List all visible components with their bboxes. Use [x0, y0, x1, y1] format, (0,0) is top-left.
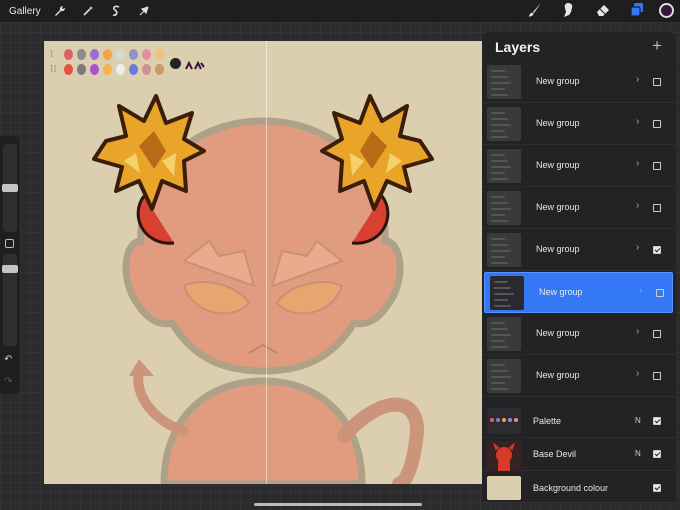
devil-artwork — [92, 94, 434, 484]
layer-name: New group — [536, 328, 580, 338]
layer-thumbnail[interactable] — [487, 359, 521, 393]
layer-row[interactable]: Base Devil N — [482, 438, 676, 471]
layer-row[interactable]: New group › — [482, 62, 676, 103]
layer-name: New group — [536, 202, 580, 212]
expand-chevron-icon[interactable]: › — [636, 200, 639, 211]
left-sidebar: ↶ ↷ — [0, 136, 20, 394]
magic-wand-icon[interactable] — [81, 4, 95, 18]
visibility-checkbox[interactable] — [656, 289, 664, 297]
brush-icon[interactable] — [527, 2, 543, 18]
layer-thumbnail[interactable] — [487, 65, 521, 99]
blend-mode-button[interactable]: N — [635, 449, 641, 458]
layer-row[interactable]: New group › — [482, 314, 676, 355]
visibility-checkbox[interactable] — [653, 120, 661, 128]
undo-icon[interactable]: ↶ — [4, 354, 12, 365]
smudge-icon[interactable] — [561, 2, 577, 18]
home-indicator[interactable] — [254, 503, 422, 506]
modify-button[interactable] — [5, 239, 14, 248]
visibility-checkbox[interactable] — [653, 246, 661, 254]
layer-row[interactable]: Palette N — [482, 405, 676, 438]
redo-icon[interactable]: ↷ — [4, 376, 12, 387]
layers-icon[interactable] — [629, 2, 645, 18]
top-toolbar: Gallery — [0, 0, 680, 22]
layer-thumbnail[interactable] — [487, 317, 521, 351]
layer-thumbnail[interactable] — [487, 191, 521, 225]
blend-mode-button[interactable]: N — [635, 416, 641, 425]
add-layer-button[interactable]: + — [652, 36, 662, 56]
layer-row[interactable]: Background colour — [482, 472, 676, 502]
wrench-icon[interactable] — [53, 4, 67, 18]
layer-name: New group — [536, 160, 580, 170]
layer-thumbnail[interactable] — [487, 408, 521, 434]
visibility-checkbox[interactable] — [653, 78, 661, 86]
layer-row[interactable]: New group › — [482, 230, 676, 271]
visibility-checkbox[interactable] — [653, 484, 661, 492]
symmetry-guide — [266, 41, 267, 484]
layer-name: Base Devil — [533, 449, 577, 459]
transform-arrow-icon[interactable] — [137, 4, 151, 18]
right-toolbar — [509, 2, 674, 18]
layer-thumbnail[interactable] — [487, 476, 521, 500]
layer-row[interactable]: New group › — [482, 188, 676, 229]
layer-thumbnail[interactable] — [490, 276, 524, 310]
layer-name: New group — [536, 118, 580, 128]
drawing-canvas[interactable]: I II — [44, 41, 482, 484]
layer-thumbnail[interactable] — [487, 107, 521, 141]
layer-row-selected[interactable]: New group › — [484, 272, 673, 313]
gallery-button[interactable]: Gallery — [9, 6, 41, 17]
current-color-swatch[interactable] — [659, 2, 674, 18]
layer-thumbnail[interactable] — [487, 233, 521, 267]
expand-chevron-icon[interactable]: › — [636, 158, 639, 169]
layers-title: Layers — [495, 39, 541, 55]
layer-row[interactable]: New group › — [482, 146, 676, 187]
visibility-checkbox[interactable] — [653, 450, 661, 458]
eraser-icon[interactable] — [595, 2, 611, 18]
brush-size-slider[interactable] — [2, 144, 18, 232]
layer-name: Palette — [533, 416, 562, 426]
visibility-checkbox[interactable] — [653, 372, 661, 380]
expand-chevron-icon[interactable]: › — [636, 326, 639, 337]
layer-row[interactable]: New group › — [482, 104, 676, 145]
opacity-slider[interactable] — [2, 254, 18, 346]
layer-thumbnail[interactable] — [487, 441, 521, 471]
visibility-checkbox[interactable] — [653, 204, 661, 212]
visibility-checkbox[interactable] — [653, 330, 661, 338]
selection-s-icon[interactable] — [109, 4, 123, 18]
expand-chevron-icon[interactable]: › — [636, 74, 639, 85]
brush-size-thumb[interactable] — [2, 184, 18, 192]
layer-name: New group — [536, 370, 580, 380]
visibility-checkbox[interactable] — [653, 162, 661, 170]
expand-chevron-icon[interactable]: › — [636, 368, 639, 379]
expand-chevron-icon[interactable]: › — [636, 242, 639, 253]
visibility-checkbox[interactable] — [653, 417, 661, 425]
layer-row[interactable]: New group › — [482, 356, 676, 397]
layers-panel: Layers + New group › New group › New group › N… — [482, 32, 676, 502]
expand-chevron-icon[interactable]: › — [639, 285, 642, 296]
layer-name: New group — [539, 287, 583, 297]
layer-thumbnail[interactable] — [487, 149, 521, 183]
layer-name: Background colour — [533, 483, 609, 493]
expand-chevron-icon[interactable]: › — [636, 116, 639, 127]
layer-name: New group — [536, 244, 580, 254]
opacity-thumb[interactable] — [2, 265, 18, 273]
layer-name: New group — [536, 76, 580, 86]
